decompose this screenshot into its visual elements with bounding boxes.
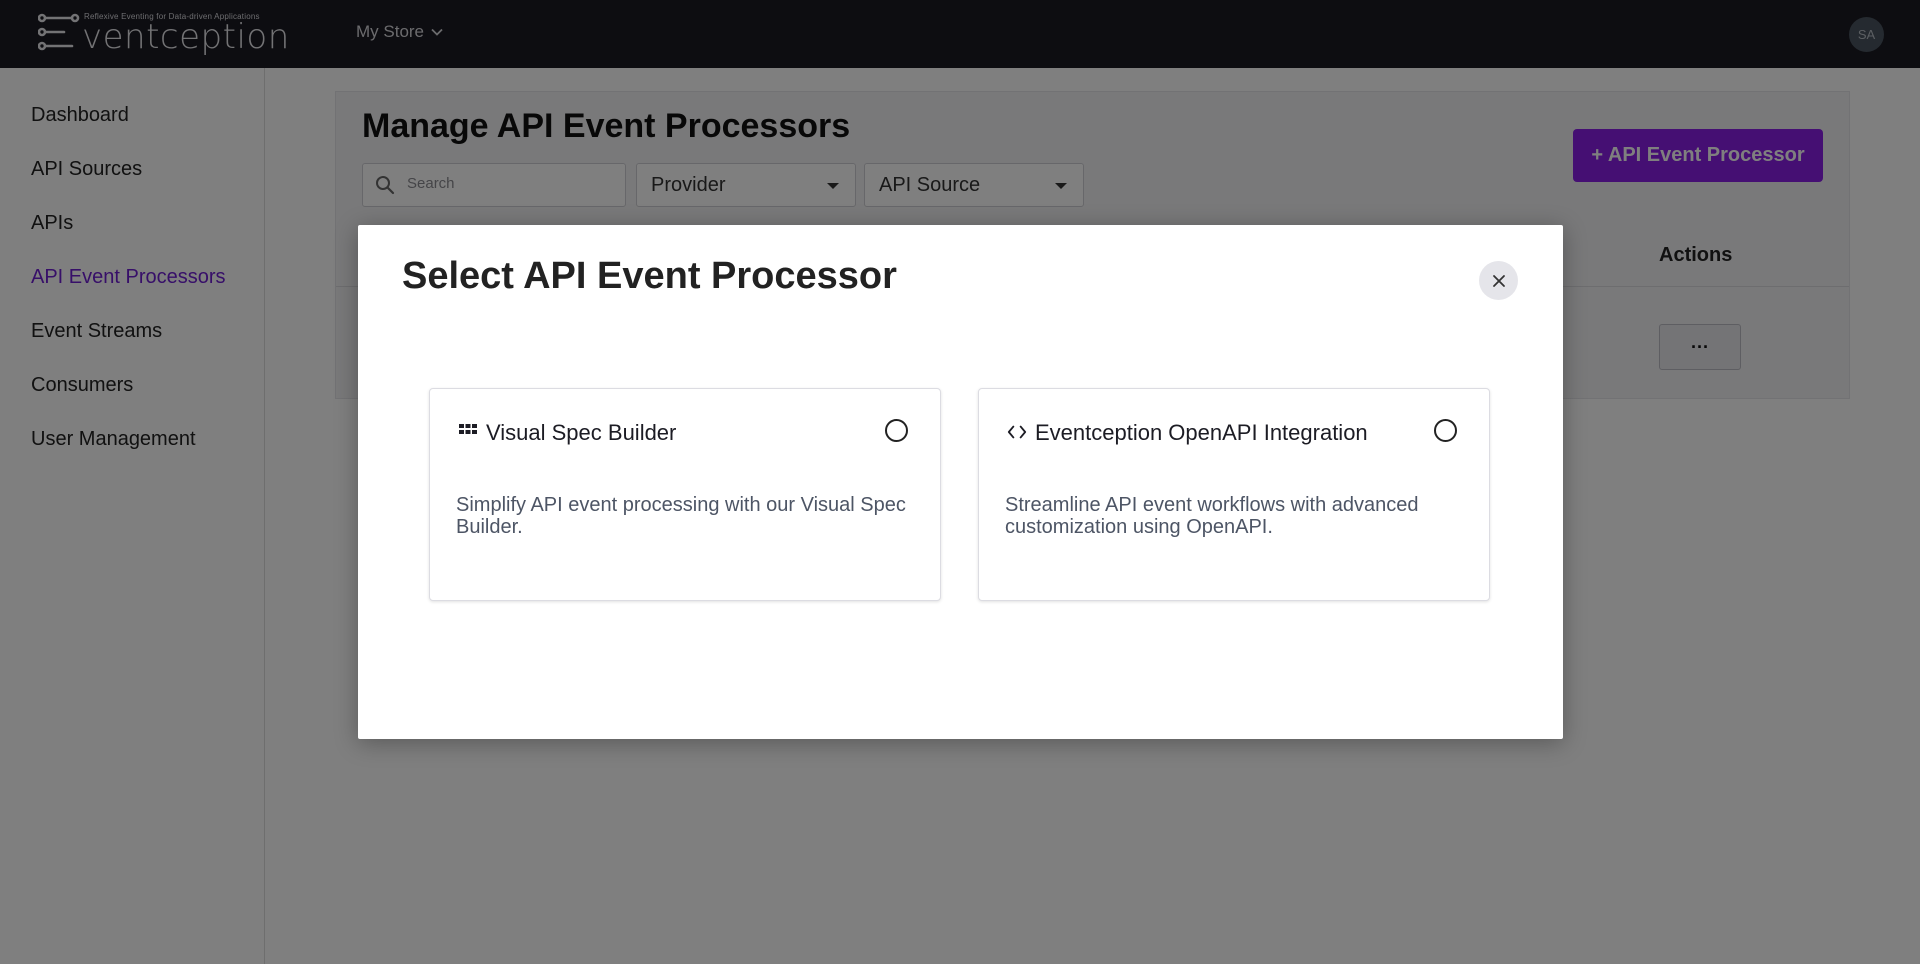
modal-title: Select API Event Processor	[402, 255, 897, 297]
option-card-openapi-integration[interactable]: Eventception OpenAPI Integration Streaml…	[978, 388, 1490, 601]
option-description: Streamline API event workflows with adva…	[1005, 494, 1419, 538]
option-card-visual-spec-builder[interactable]: Visual Spec Builder Simplify API event p…	[429, 388, 941, 601]
close-button[interactable]	[1479, 261, 1518, 300]
option-radio[interactable]	[885, 419, 908, 442]
code-icon	[1007, 425, 1027, 439]
option-radio[interactable]	[1434, 419, 1457, 442]
grid-icon	[459, 424, 477, 434]
select-processor-modal: Select API Event Processor Visual Spec B…	[358, 225, 1563, 739]
close-icon	[1492, 274, 1505, 287]
option-title: Visual Spec Builder	[486, 420, 677, 445]
option-description: Simplify API event processing with our V…	[456, 494, 906, 538]
option-title: Eventception OpenAPI Integration	[1035, 420, 1368, 445]
